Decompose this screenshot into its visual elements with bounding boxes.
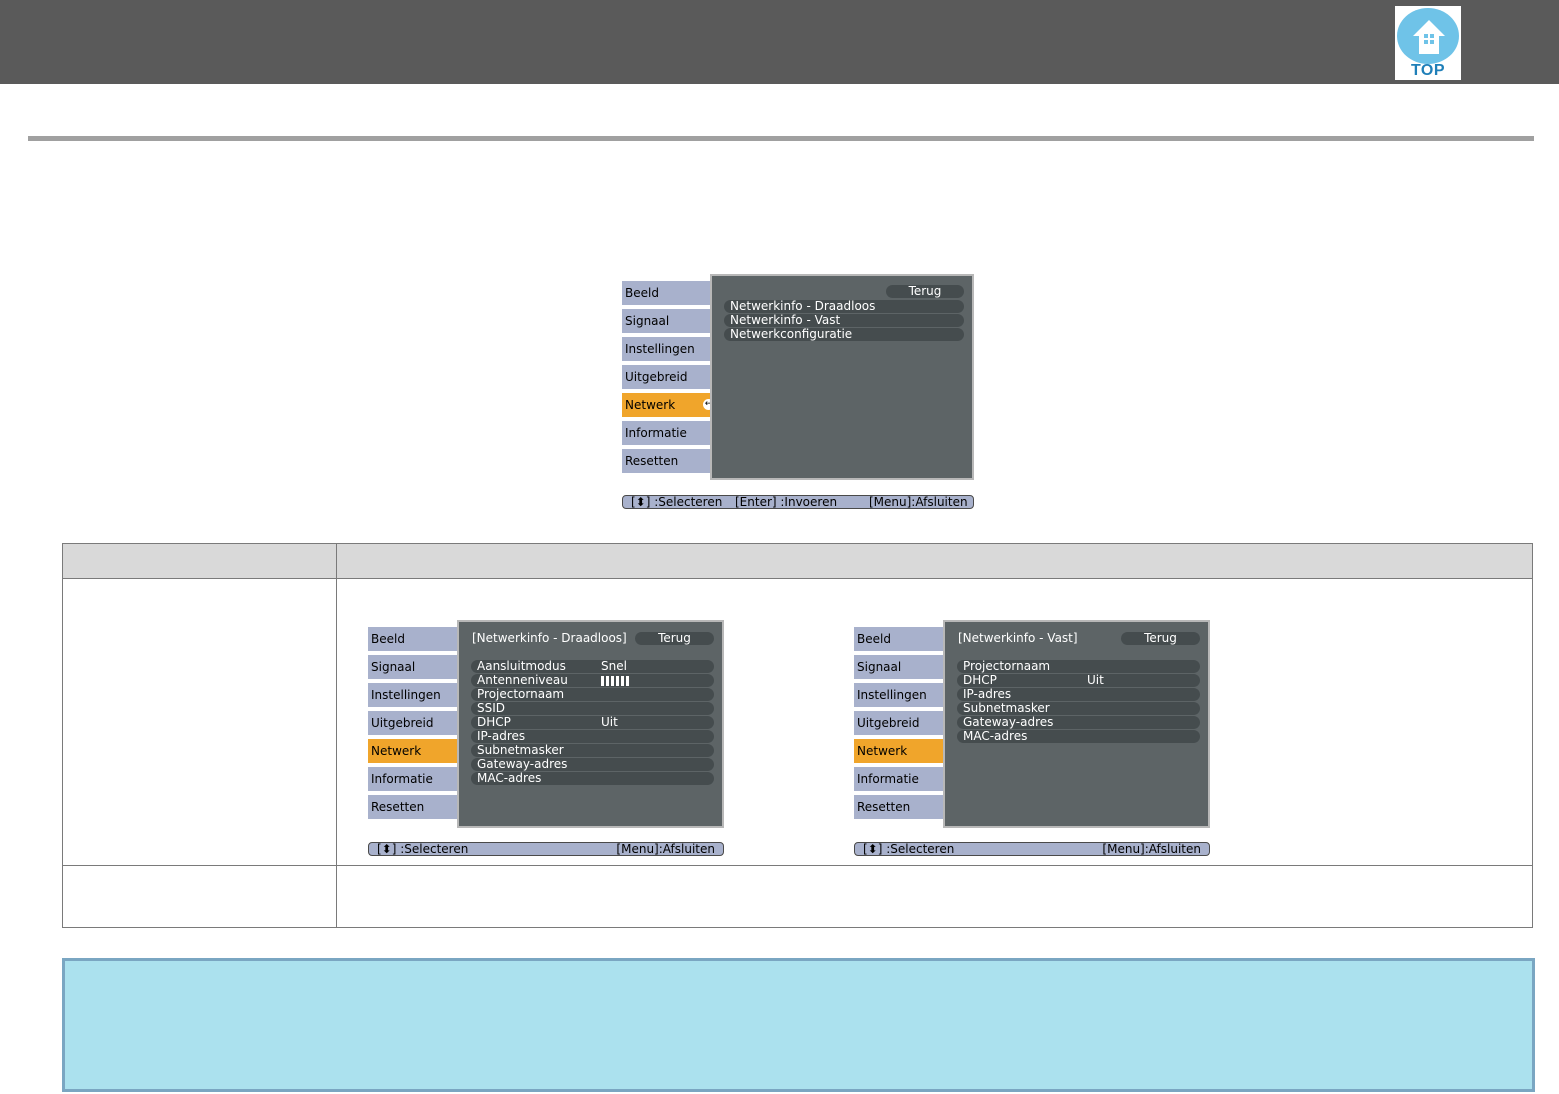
help-bar: [⬍] :Selecteren [Enter] :Invoeren [Menu]… — [622, 495, 974, 509]
menu-tab-netwerk: Netwerk — [854, 739, 950, 763]
antenna-level-bars — [601, 675, 629, 686]
info-row: DHCP Uit — [471, 716, 714, 729]
table-header-cell — [62, 543, 337, 579]
info-row: IP-adres — [471, 730, 714, 743]
help-bar: [⬍] :Selecteren [Menu]:Afsluiten — [854, 842, 1210, 856]
table-cell — [336, 865, 1533, 928]
info-row: DHCP Uit — [957, 674, 1200, 687]
info-row-label: Subnetmasker — [477, 743, 564, 757]
info-row-label: Projectornaam — [963, 659, 1051, 673]
info-row-label: Gateway-adres — [963, 715, 1054, 729]
info-row: Gateway-adres — [957, 716, 1200, 729]
header-bar — [0, 0, 1559, 84]
menu-item-network-config: Netwerkconfiguratie — [724, 328, 964, 341]
info-row-label: DHCP — [963, 673, 997, 687]
menu-tab-beeld: Beeld — [854, 627, 950, 651]
info-row-label: IP-adres — [963, 687, 1012, 701]
menu-tab-signaal: Signaal — [368, 655, 464, 679]
help-select: [⬍] :Selecteren — [863, 842, 955, 856]
info-row-label: DHCP — [477, 715, 511, 729]
top-button[interactable]: TOP — [1395, 6, 1461, 80]
help-select: [⬍] :Selecteren — [631, 495, 723, 509]
menu-tab-informatie: Informatie — [854, 767, 950, 791]
menu-tab-beeld: Beeld — [622, 281, 718, 305]
table-cell — [62, 865, 337, 928]
wireless-panel: [Netwerkinfo - Draadloos] Terug Aansluit… — [457, 620, 724, 828]
help-bar: [⬍] :Selecteren [Menu]:Afsluiten — [368, 842, 724, 856]
network-info-table — [62, 543, 1533, 928]
info-row-value: Uit — [1087, 673, 1104, 687]
network-menu-screenshot: Beeld Signaal Instellingen Uitgebreid Ne… — [622, 274, 974, 512]
info-row-value — [601, 674, 629, 687]
wired-panel-title: [Netwerkinfo - Vast] — [958, 631, 1078, 645]
wired-panel: [Netwerkinfo - Vast] Terug Projectornaam… — [943, 620, 1210, 828]
menu-item-wireless-info: Netwerkinfo - Draadloos — [724, 300, 964, 313]
info-row: MAC-adres — [471, 772, 714, 785]
info-row: IP-adres — [957, 688, 1200, 701]
info-row: SSID — [471, 702, 714, 715]
info-row-label: Antenneniveau — [477, 673, 568, 687]
home-icon — [1413, 20, 1445, 54]
info-row: Aansluitmodus Snel — [471, 660, 714, 673]
table-cell — [62, 578, 337, 866]
help-enter: [Enter] :Invoeren — [735, 495, 838, 509]
info-row: Subnetmasker — [471, 744, 714, 757]
wireless-info-screenshot: Beeld Signaal Instellingen Uitgebreid Ne… — [368, 620, 724, 860]
top-label: TOP — [1410, 62, 1446, 79]
menu-tab-netwerk: Netwerk ↵ — [622, 393, 718, 417]
wireless-panel-title: [Netwerkinfo - Draadloos] — [472, 631, 627, 645]
help-exit: [Menu]:Afsluiten — [1102, 842, 1201, 856]
menu-item-wired-info: Netwerkinfo - Vast — [724, 314, 964, 327]
menu-tab-netwerk: Netwerk — [368, 739, 464, 763]
help-select: [⬍] :Selecteren — [377, 842, 469, 856]
info-row: Projectornaam — [957, 660, 1200, 673]
info-row-label: Projectornaam — [477, 687, 565, 701]
info-row-label: Subnetmasker — [963, 701, 1050, 715]
info-row-label: Aansluitmodus — [477, 659, 566, 673]
info-row-value: Snel — [601, 659, 627, 673]
info-row-value: Uit — [601, 715, 618, 729]
menu-tab-instellingen: Instellingen — [854, 683, 950, 707]
back-button: Terug — [1121, 632, 1200, 645]
menu-tab-informatie: Informatie — [368, 767, 464, 791]
menu-tab-instellingen: Instellingen — [622, 337, 718, 361]
help-exit: [Menu]:Afsluiten — [616, 842, 715, 856]
menu-panel: Terug Netwerkinfo - Draadloos Netwerkinf… — [710, 274, 974, 480]
info-row: Gateway-adres — [471, 758, 714, 771]
table-header-row — [62, 543, 1533, 579]
info-row: Antenneniveau — [471, 674, 714, 687]
menu-tab-signaal: Signaal — [622, 309, 718, 333]
menu-tab-uitgebreid: Uitgebreid — [854, 711, 950, 735]
info-row-label: IP-adres — [477, 729, 526, 743]
menu-tab-signaal: Signaal — [854, 655, 950, 679]
table-row — [62, 865, 1533, 928]
info-row: MAC-adres — [957, 730, 1200, 743]
back-button: Terug — [886, 285, 964, 298]
menu-tab-resetten: Resetten — [854, 795, 950, 819]
menu-tab-informatie: Informatie — [622, 421, 718, 445]
info-row-label: Gateway-adres — [477, 757, 568, 771]
menu-tab-resetten: Resetten — [368, 795, 464, 819]
note-box — [62, 958, 1535, 1092]
menu-tab-uitgebreid: Uitgebreid — [368, 711, 464, 735]
wired-info-screenshot: Beeld Signaal Instellingen Uitgebreid Ne… — [854, 620, 1210, 860]
table-row — [62, 578, 1533, 866]
info-row: Subnetmasker — [957, 702, 1200, 715]
back-button: Terug — [635, 632, 714, 645]
info-row-label: MAC-adres — [477, 771, 542, 785]
help-exit: [Menu]:Afsluiten — [869, 495, 968, 509]
menu-tab-resetten: Resetten — [622, 449, 718, 473]
menu-tab-netwerk-label: Netwerk — [625, 398, 676, 412]
menu-tab-beeld: Beeld — [368, 627, 464, 651]
menu-tab-instellingen: Instellingen — [368, 683, 464, 707]
info-row-label: MAC-adres — [963, 729, 1028, 743]
info-row-label: SSID — [477, 701, 506, 715]
section-divider — [28, 136, 1534, 141]
table-header-cell — [336, 543, 1533, 579]
info-row: Projectornaam — [471, 688, 714, 701]
menu-tab-uitgebreid: Uitgebreid — [622, 365, 718, 389]
top-circle — [1397, 8, 1459, 64]
